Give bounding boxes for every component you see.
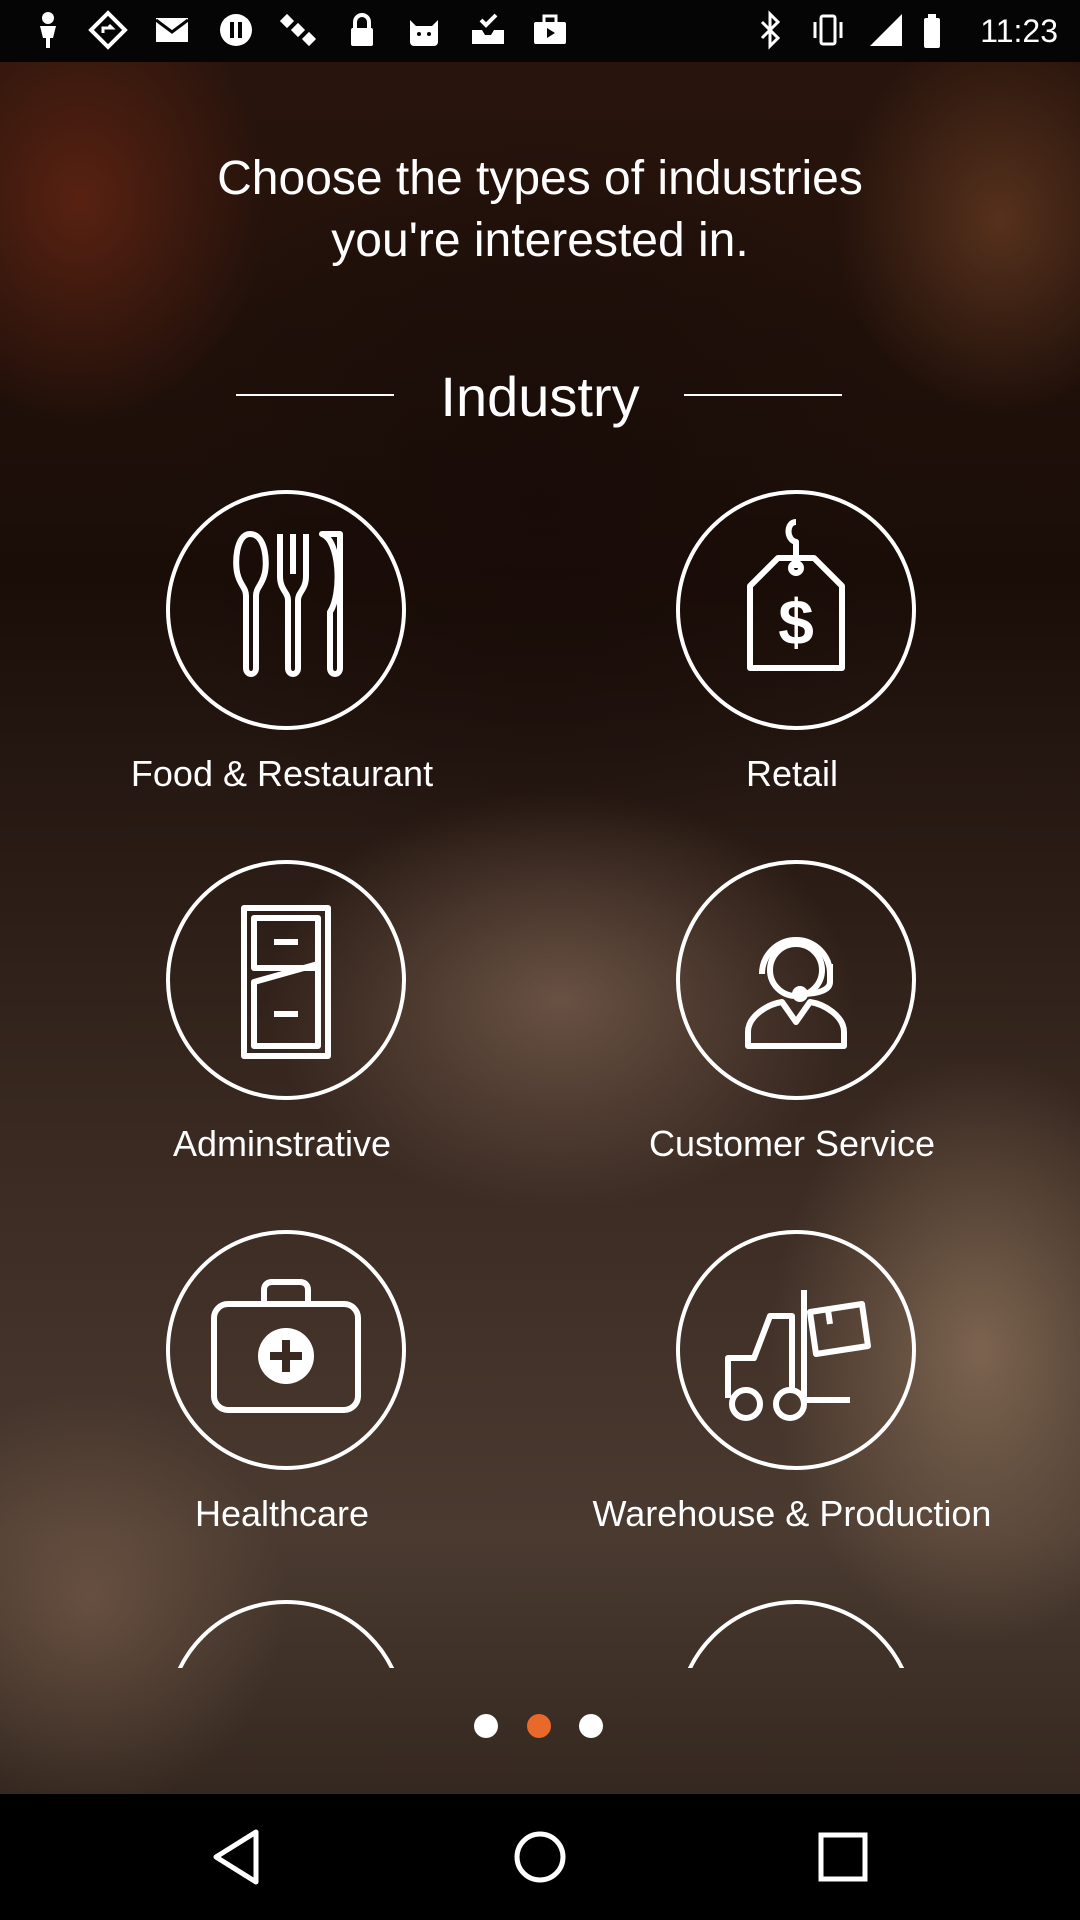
system-nav-bar [0, 1794, 1080, 1920]
navigation-icon [88, 10, 128, 50]
industry-option-food-restaurant[interactable]: Food & Restaurant [78, 490, 588, 830]
industry-label: Food & Restaurant [130, 753, 434, 794]
medical-kit-icon [211, 1279, 361, 1413]
industry-icon-circle-partial[interactable] [166, 1600, 406, 1668]
pause-circle-icon [220, 14, 252, 46]
industry-option-warehouse-production[interactable]: Warehouse & Production [588, 1230, 1080, 1570]
cat-icon [410, 20, 438, 46]
industry-icon-circle[interactable] [166, 860, 406, 1100]
recents-icon[interactable] [803, 1822, 883, 1892]
industry-icon-circle[interactable] [166, 490, 406, 730]
industry-icon-circle[interactable] [676, 860, 916, 1100]
industry-option-administrative[interactable]: Adminstrative [78, 860, 588, 1200]
industry-icon-circle[interactable]: $ [676, 490, 916, 730]
forklift-icon [725, 1290, 871, 1421]
page-dot-2-active[interactable] [527, 1714, 551, 1738]
industry-option-retail[interactable]: $ Retail [588, 490, 1080, 830]
utensils-icon [233, 531, 343, 677]
svg-text:$: $ [778, 586, 814, 658]
headset-agent-icon [745, 937, 847, 1049]
file-cabinet-icon [241, 905, 331, 1059]
industry-label: Healthcare [194, 1493, 370, 1534]
vibrate-icon [813, 14, 843, 46]
page-indicator [0, 1714, 1080, 1738]
industry-icon-circle[interactable] [676, 1230, 916, 1470]
briefcase-icon [534, 14, 566, 44]
industry-label: Adminstrative [172, 1123, 392, 1164]
industry-icon-circle[interactable] [166, 1230, 406, 1470]
home-icon[interactable] [500, 1822, 580, 1892]
industry-option-healthcare[interactable]: Healthcare [78, 1230, 588, 1570]
clock: 11:23 [980, 13, 1058, 49]
tray-check-icon [472, 13, 504, 44]
battery-icon [924, 14, 940, 48]
page-dot-1[interactable] [474, 1714, 498, 1738]
industry-label: Customer Service [648, 1123, 936, 1164]
mail-icon [155, 18, 189, 42]
next-row-peek [0, 1590, 1080, 1668]
industry-label: Retail [745, 753, 839, 794]
page-dot-3[interactable] [579, 1714, 603, 1738]
person-icon [40, 12, 56, 48]
industry-icon-circle-partial[interactable] [676, 1600, 916, 1668]
section-rule-right [684, 394, 842, 396]
heading-line-1: Choose the types of industries [217, 152, 863, 205]
status-bar: 11:23 [0, 0, 1080, 62]
back-icon[interactable] [198, 1822, 278, 1892]
industry-option-customer-service[interactable]: Customer Service [588, 860, 1080, 1200]
industry-label: Warehouse & Production [592, 1493, 992, 1534]
lock-icon [351, 13, 373, 46]
heading-line-2: you're interested in. [331, 214, 749, 267]
price-tag-icon: $ [747, 519, 845, 671]
bluetooth-icon [760, 10, 781, 50]
satellite-icon [279, 13, 317, 47]
signal-icon [870, 14, 902, 46]
section-title: Industry [440, 365, 640, 428]
page-heading: Choose the types of industries you're in… [140, 148, 940, 272]
